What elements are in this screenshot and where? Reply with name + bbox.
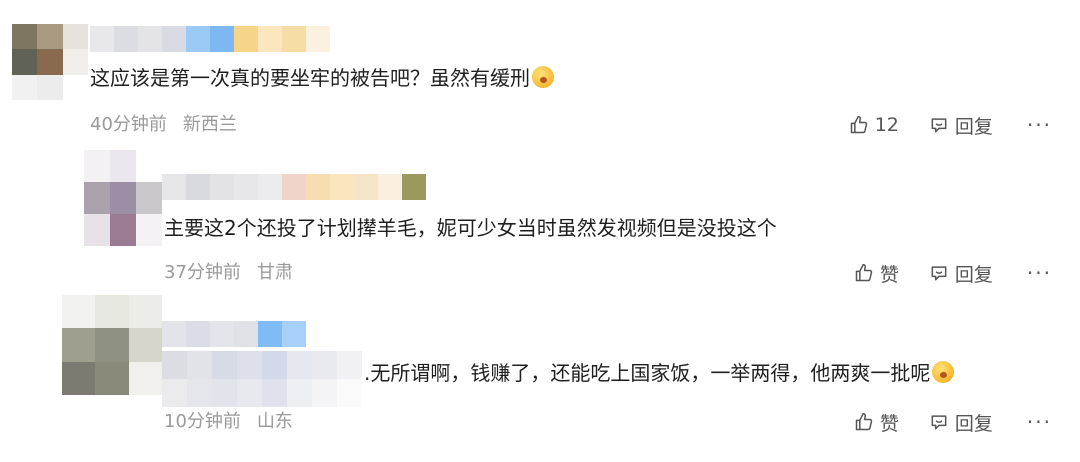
comment-time: 10分钟前 — [164, 411, 241, 432]
comment-time: 40分钟前 — [90, 114, 167, 135]
reply-button[interactable]: 回复 — [929, 409, 993, 436]
avatar[interactable] — [12, 24, 88, 100]
speech-bubble-icon — [931, 415, 947, 430]
like-label: 赞 — [879, 263, 899, 286]
comment-actions: 赞 回复 ··· — [854, 258, 1052, 288]
like-button[interactable]: 赞 — [854, 260, 899, 287]
more-dots-icon[interactable]: ··· — [1027, 410, 1052, 434]
comment-meta: 10分钟前 山东 — [164, 410, 293, 434]
reply-label: 回复 — [954, 263, 993, 286]
more-dots-icon[interactable]: ··· — [1027, 113, 1052, 137]
like-button[interactable]: 赞 — [854, 409, 899, 436]
comment-actions: 赞 回复 ··· — [854, 407, 1052, 437]
avatar[interactable] — [84, 150, 162, 246]
thumbs-up-icon — [855, 263, 873, 282]
speech-bubble-icon — [931, 266, 947, 281]
comment-text: 这应该是第一次真的要坐牢的被告吧？虽然有缓刑 — [90, 64, 554, 92]
like-label: 赞 — [879, 412, 899, 435]
avatar[interactable] — [62, 295, 162, 395]
yawning-face-emoji-icon — [532, 66, 554, 88]
username-mosaic[interactable] — [90, 26, 330, 52]
thumbs-up-icon — [855, 412, 873, 431]
comment-meta: 37分钟前 甘肃 — [164, 261, 293, 285]
reply-label: 回复 — [954, 412, 993, 435]
username-mosaic[interactable] — [162, 321, 306, 347]
mention-mosaic — [162, 351, 362, 407]
comment-item: 主要这2个还投了计划撵羊毛，妮可少女当时虽然发视频但是没投这个 37分钟前 甘肃 … — [0, 150, 1080, 295]
thumbs-up-icon — [850, 115, 867, 134]
reply-button[interactable]: 回复 — [929, 112, 993, 139]
comment-meta: 40分钟前 新西兰 — [90, 113, 237, 137]
more-dots-icon[interactable]: ··· — [1027, 261, 1052, 285]
reply-button[interactable]: 回复 — [929, 260, 993, 287]
comment-actions: 12 回复 ··· — [849, 110, 1052, 140]
reply-label: 回复 — [954, 115, 993, 138]
like-count: 12 — [874, 114, 899, 136]
comment-item: .无所谓啊，钱赚了，还能吃上国家饭，一举两得，他两爽一批呢 10分钟前 山东 赞 … — [0, 295, 1080, 462]
username-mosaic[interactable] — [162, 174, 426, 200]
comment-text: 主要这2个还投了计划撵羊毛，妮可少女当时虽然发视频但是没投这个 — [164, 216, 777, 240]
like-button[interactable]: 12 — [849, 114, 899, 136]
speech-bubble-icon — [931, 118, 947, 133]
yawning-face-emoji-icon — [932, 361, 955, 383]
comment-time: 37分钟前 — [164, 262, 241, 283]
comment-location: 山东 — [256, 411, 293, 432]
comment-item: 这应该是第一次真的要坐牢的被告吧？虽然有缓刑 40分钟前 新西兰 12 回复 ··… — [0, 0, 1080, 150]
comment-location: 新西兰 — [182, 114, 237, 135]
comment-location: 甘肃 — [256, 262, 293, 283]
comment-text: .无所谓啊，钱赚了，还能吃上国家饭，一举两得，他两爽一批呢 — [364, 359, 955, 387]
